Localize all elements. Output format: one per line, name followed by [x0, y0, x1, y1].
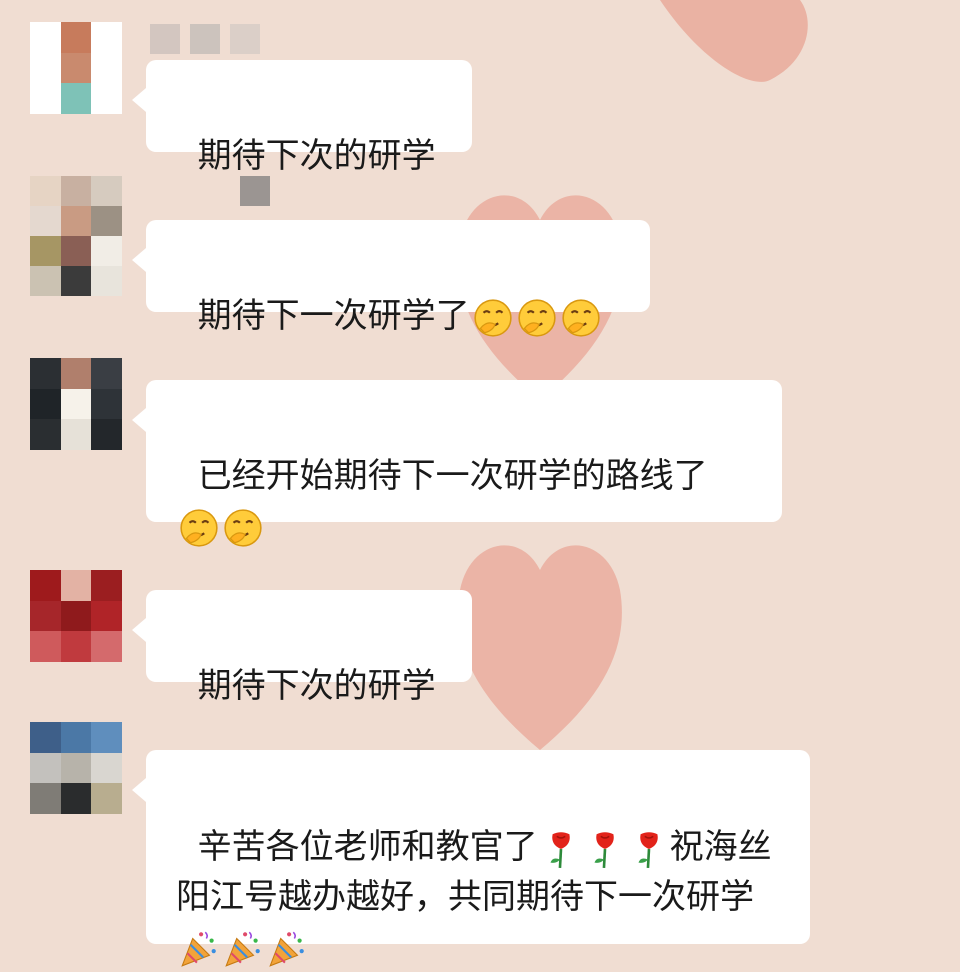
- party-popper-icon: [269, 931, 304, 967]
- sender-name-blur: [240, 176, 270, 206]
- message-bubble[interactable]: 期待下次的研学: [132, 590, 472, 706]
- rose-icon: [594, 831, 614, 868]
- avatar[interactable]: [30, 22, 122, 114]
- avatar[interactable]: [30, 358, 122, 450]
- party-popper-icon: [181, 931, 216, 967]
- message-bubble[interactable]: 已经开始期待下一次研学的路线了: [132, 380, 782, 547]
- party-popper-icon: [225, 931, 260, 967]
- thinking-face-icon: [180, 508, 218, 547]
- message-bubble[interactable]: 期待下一次研学了: [132, 220, 650, 337]
- message-text: 期待下次的研学: [197, 136, 436, 176]
- avatar[interactable]: [30, 722, 122, 814]
- thinking-face-icon: [517, 298, 556, 337]
- thinking-face-icon: [561, 298, 600, 337]
- thinking-face-icon: [473, 298, 512, 337]
- heart-decoration-icon: [660, 0, 808, 82]
- message-text: 辛苦各位老师和教官了: [197, 827, 538, 867]
- message-bubble[interactable]: 期待下次的研学: [132, 60, 472, 176]
- message-bubble[interactable]: 辛苦各位老师和教官了 祝海丝阳江号越办越好，共同期待下一次研学: [132, 750, 810, 967]
- message-text: 期待下一次研学了: [197, 296, 470, 336]
- message-text: 已经开始期待下一次研学的路线了: [197, 456, 708, 496]
- message-text: 期待下次的研学: [197, 666, 436, 706]
- avatar[interactable]: [30, 176, 122, 296]
- avatar[interactable]: [30, 570, 122, 662]
- rose-icon: [550, 831, 570, 868]
- sender-name-blur: [150, 24, 260, 54]
- thinking-face-icon: [224, 508, 262, 547]
- rose-icon: [638, 831, 658, 868]
